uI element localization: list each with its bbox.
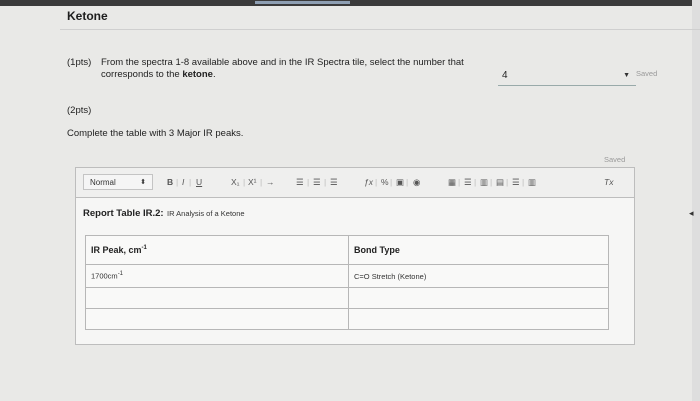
format-select[interactable]: Normal ⬍	[83, 174, 153, 190]
editor-toolbar: Normal ⬍ B | I | U X₁ | X¹ | → ☰ | ☰ | ☰…	[76, 168, 634, 198]
arrow-icon[interactable]: →	[266, 176, 275, 188]
toolbar-separator: |	[490, 177, 493, 187]
table-cell[interactable]	[348, 308, 609, 330]
table-row-icon[interactable]: ☰	[464, 176, 472, 188]
section-divider	[60, 29, 700, 30]
cell-peak-text: 1700cm	[91, 271, 118, 281]
saved-status-q2: Saved	[604, 155, 626, 164]
question2-points: (2pts)	[67, 105, 92, 116]
table-cell[interactable]: C=O Stretch (Ketone)	[348, 264, 609, 288]
toolbar-separator: |	[324, 177, 327, 187]
toolbar-separator: |	[506, 177, 509, 187]
toolbar-separator: |	[189, 177, 192, 187]
question1-text-main: From the spectra 1-8 available above and…	[101, 57, 464, 80]
toolbar-separator: |	[522, 177, 525, 187]
answer-dropdown[interactable]: 4 ▼	[498, 66, 636, 86]
saved-status-q1: Saved	[636, 69, 658, 78]
toolbar-separator: |	[474, 177, 477, 187]
format-select-label: Normal	[90, 178, 116, 187]
question1-points: (1pts)	[67, 57, 92, 68]
header-ir-peak-sup: -1	[141, 245, 147, 251]
table-cell[interactable]	[85, 287, 349, 309]
toolbar-separator: |	[375, 177, 378, 187]
media-icon[interactable]: ◉	[413, 176, 420, 188]
underline-button[interactable]: U	[196, 176, 202, 188]
question1-text-end: .	[212, 69, 216, 80]
table-cell[interactable]	[85, 308, 349, 330]
unordered-list-icon[interactable]: ☰	[313, 176, 321, 188]
chevron-down-icon: ▼	[623, 72, 630, 79]
table-properties-icon[interactable]: ☰	[512, 176, 520, 188]
answer-value: 4	[502, 70, 508, 81]
bold-button[interactable]: B	[167, 176, 173, 188]
table-cell[interactable]: 1700cm-1	[85, 264, 349, 288]
superscript-button[interactable]: X¹	[248, 176, 257, 188]
table-icon[interactable]: ▦	[448, 176, 456, 188]
formula-icon[interactable]: ƒx	[364, 176, 373, 188]
toolbar-separator: |	[406, 177, 409, 187]
question1-text-bold: ketone	[182, 69, 213, 80]
italic-button[interactable]: I	[182, 176, 184, 188]
header-ir-peak[interactable]: IR Peak, cm-1	[85, 235, 349, 265]
toolbar-separator: |	[390, 177, 393, 187]
report-table-subtitle: IR Analysis of a Ketone	[167, 209, 245, 218]
scroll-edge[interactable]	[692, 0, 700, 401]
table-column-icon[interactable]: ▥	[480, 176, 488, 188]
header-bond-type[interactable]: Bond Type	[348, 235, 609, 265]
toolbar-separator: |	[458, 177, 461, 187]
ordered-list-icon[interactable]: ☰	[296, 176, 304, 188]
top-bar-accent	[255, 1, 350, 4]
toolbar-separator: |	[176, 177, 179, 187]
question1-text: From the spectra 1-8 available above and…	[101, 57, 491, 81]
link-icon[interactable]: %	[381, 176, 389, 188]
header-ir-peak-text: IR Peak, cm	[91, 245, 142, 255]
section-title: Ketone	[67, 9, 108, 23]
table-header-row: IR Peak, cm-1 Bond Type	[85, 235, 609, 265]
cell-peak-sup: -1	[117, 271, 124, 278]
subscript-button[interactable]: X₁	[231, 176, 240, 188]
rich-text-editor[interactable]: Normal ⬍ B | I | U X₁ | X¹ | → ☰ | ☰ | ☰…	[75, 167, 635, 345]
table-row: 1700cm-1 C=O Stretch (Ketone)	[85, 264, 609, 288]
image-icon[interactable]: ▣	[396, 176, 404, 188]
question2-instruction: Complete the table with 3 Major IR peaks…	[67, 128, 244, 139]
align-icon[interactable]: ☰	[330, 176, 338, 188]
toolbar-separator: |	[307, 177, 310, 187]
ir-table: IR Peak, cm-1 Bond Type 1700cm-1 C=O Str…	[85, 235, 609, 330]
updown-icon: ⬍	[140, 179, 146, 186]
table-cell[interactable]	[348, 287, 609, 309]
toolbar-separator: |	[243, 177, 246, 187]
toolbar-separator: |	[260, 177, 263, 187]
table-merge-icon[interactable]: ▥	[528, 176, 536, 188]
table-row	[85, 287, 609, 309]
report-table-heading: Report Table IR.2:	[83, 208, 164, 219]
top-bar	[0, 0, 700, 6]
clear-format-icon[interactable]: Tx	[604, 176, 613, 188]
pointer-cursor-icon: ◂	[689, 208, 694, 218]
table-delete-icon[interactable]: ▤	[496, 176, 504, 188]
table-row	[85, 308, 609, 330]
